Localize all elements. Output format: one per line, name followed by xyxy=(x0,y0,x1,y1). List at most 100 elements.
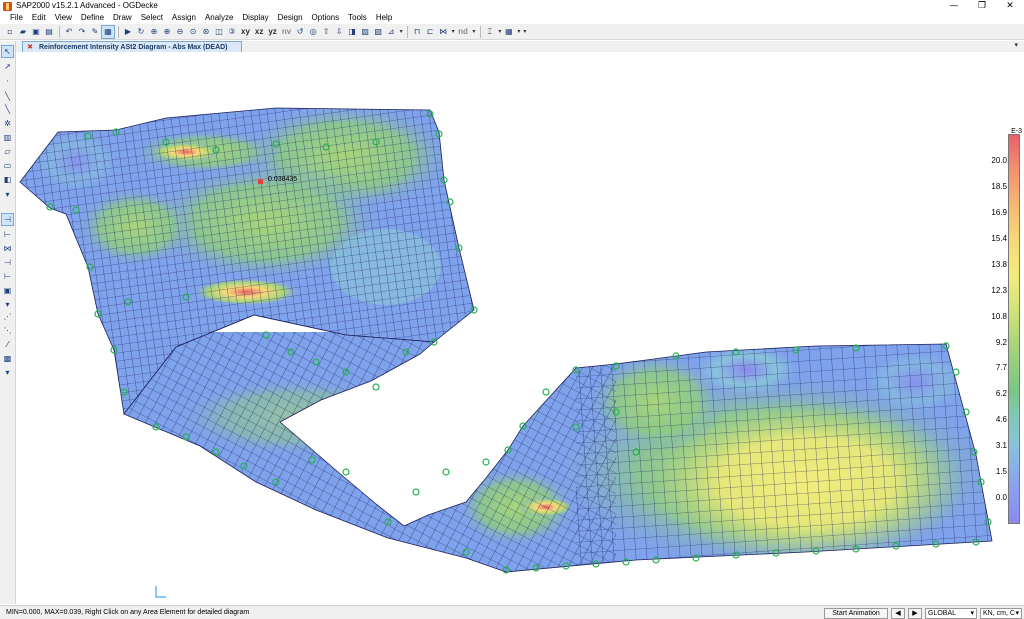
select-window-icon[interactable]: ▣ xyxy=(2,285,13,296)
close-button[interactable]: ✕ xyxy=(996,0,1024,12)
left-toolbar-more-icon-2[interactable]: ▾ xyxy=(2,299,13,310)
zoom-out-icon[interactable]: ⊖ xyxy=(174,26,186,38)
snap-point-icon[interactable]: ⋰ xyxy=(2,311,13,322)
select-all-icon[interactable]: ⊣ xyxy=(1,213,14,226)
window-controls: — ❐ ✕ xyxy=(940,0,1024,12)
model-canvas[interactable]: 0.038435 E-3 xyxy=(16,52,1024,605)
draw-cable-icon[interactable]: ╲ xyxy=(2,104,13,115)
menu-analyze[interactable]: Analyze xyxy=(201,12,238,24)
view-xy-button[interactable]: xy xyxy=(239,26,252,38)
snap-grid-icon[interactable]: ▩ xyxy=(2,353,13,364)
left-toolbar-more-icon[interactable]: ▾ xyxy=(2,189,13,200)
minimize-button[interactable]: — xyxy=(940,0,968,12)
pencil-icon[interactable]: ✎ xyxy=(89,26,101,38)
section-icon[interactable]: ⌶ xyxy=(484,26,496,38)
toolbar-more-icon[interactable]: ▾ xyxy=(522,26,528,38)
perspective-icon[interactable]: ◎ xyxy=(307,26,319,38)
legend-tick: 18.5 xyxy=(991,182,1007,191)
run-analysis-icon[interactable]: ▶ xyxy=(122,26,134,38)
menu-file[interactable]: File xyxy=(6,12,28,24)
units-select[interactable]: KN, cm, C ▾ xyxy=(980,607,1022,619)
set-display-icon[interactable]: ▨ xyxy=(359,26,371,38)
menu-select[interactable]: Select xyxy=(137,12,168,24)
menu-assign[interactable]: Assign xyxy=(168,12,201,24)
new-model-icon[interactable]: ▫ xyxy=(4,26,16,38)
undo-icon[interactable]: ↶ xyxy=(63,26,75,38)
chevron-down-icon: ▾ xyxy=(1015,610,1019,617)
menu-draw[interactable]: Draw xyxy=(109,12,137,24)
left-toolbar-more-icon-3[interactable]: ▾ xyxy=(2,367,13,378)
color-legend-bar xyxy=(1008,134,1020,524)
zoom-in-icon[interactable]: ⊕ xyxy=(161,26,173,38)
menu-define[interactable]: Define xyxy=(77,12,109,24)
save-icon[interactable]: ▣ xyxy=(30,26,42,38)
print-icon[interactable]: ▤ xyxy=(43,26,55,38)
pan-icon[interactable]: ⊙ xyxy=(187,26,199,38)
legend-tick: 4.6 xyxy=(995,415,1007,424)
draw-brace-icon[interactable]: ▥ xyxy=(2,132,13,143)
start-animation-button[interactable]: Start Animation xyxy=(824,607,888,619)
clear-selection-icon[interactable]: ⋈ xyxy=(2,243,13,254)
draw-joint-icon[interactable]: · xyxy=(2,76,13,87)
open-folder-icon[interactable]: ▰ xyxy=(17,26,29,38)
draw-area-icon[interactable]: ▱ xyxy=(2,146,13,157)
rotate-icon[interactable]: ↺ xyxy=(294,26,306,38)
toolbar-separator xyxy=(407,25,409,38)
shell-contour-view[interactable]: 0.038435 xyxy=(16,52,1024,605)
redo-icon[interactable]: ↷ xyxy=(76,26,88,38)
zoom-full-icon[interactable]: ⊛ xyxy=(200,26,212,38)
snap-end-icon[interactable]: ⋱ xyxy=(2,325,13,336)
dropdown-arrow-icon[interactable]: ▾ xyxy=(398,26,404,38)
refresh-icon[interactable]: ↻ xyxy=(135,26,147,38)
select-by-line-icon[interactable]: ⊢ xyxy=(2,271,13,282)
menu-options[interactable]: Options xyxy=(308,12,345,24)
menu-edit[interactable]: Edit xyxy=(28,12,51,24)
menu-help[interactable]: Help xyxy=(372,12,397,24)
intersecting-line-icon[interactable]: ⊣ xyxy=(2,257,13,268)
previous-arrow-icon[interactable]: ◀ xyxy=(891,607,905,619)
3d-view-icon[interactable]: ◫ xyxy=(213,26,225,38)
dropdown-arrow-icon[interactable]: ▾ xyxy=(471,26,477,38)
draw-frame-icon[interactable]: ╲ xyxy=(2,91,13,102)
table-icon[interactable]: ▦ xyxy=(503,26,515,38)
coordinate-system-select[interactable]: GLOBAL ▾ xyxy=(925,607,977,619)
legend-tick: 1.5 xyxy=(995,467,1007,476)
legend-tick: 20.0 xyxy=(991,156,1007,165)
quick-draw-icon[interactable]: ✲ xyxy=(2,118,13,129)
draw-rectangle-icon[interactable]: ▭ xyxy=(2,160,13,171)
lower-slab[interactable] xyxy=(116,332,1006,582)
view-xz-button[interactable]: xz xyxy=(253,26,265,38)
get-previous-selection-icon[interactable]: ⊢ xyxy=(2,229,13,240)
draw-solid-icon[interactable]: ◧ xyxy=(2,174,13,185)
menu-view[interactable]: View xyxy=(51,12,77,24)
left-toolbar: ↖ ↗ · ╲ ╲ ✲ ▥ ▱ ▭ ◧ ▾ ⊣ ⊢ ⋈ ⊣ ⊢ ▣ ▾ ⋰ ⋱ … xyxy=(0,41,16,604)
legend-tick: 16.9 xyxy=(991,208,1007,217)
zoom-window-icon[interactable]: ⊕ xyxy=(148,26,160,38)
legend-tick: 9.2 xyxy=(995,338,1007,347)
view-nv-button[interactable]: nv xyxy=(280,26,293,38)
close-tab-icon[interactable]: ✖ xyxy=(26,43,34,51)
menu-design[interactable]: Design xyxy=(274,12,308,24)
object-shrink-icon[interactable]: ◨ xyxy=(346,26,358,38)
coordinate-system-value: GLOBAL xyxy=(928,609,957,617)
next-arrow-icon[interactable]: ▶ xyxy=(908,607,922,619)
menu-tools[interactable]: Tools xyxy=(344,12,372,24)
tab-list-icon[interactable]: ▾ xyxy=(1014,41,1018,49)
assign-icon[interactable]: ⊿ xyxy=(385,26,397,38)
snap-line-icon[interactable]: ⁄ xyxy=(2,339,13,350)
reshape-icon[interactable]: ↗ xyxy=(2,61,13,72)
view-nd-button[interactable]: nd xyxy=(456,26,470,38)
menu-display[interactable]: Display xyxy=(238,12,273,24)
maximize-button[interactable]: ❐ xyxy=(968,0,996,12)
tab-reinforcement-diagram[interactable]: ✖ Reinforcement Intensity ASt2 Diagram -… xyxy=(22,41,242,52)
move-up-icon[interactable]: ⇧ xyxy=(320,26,332,38)
cable-icon[interactable]: ⋈ xyxy=(437,26,449,38)
set-options-icon[interactable]: ▧ xyxy=(372,26,384,38)
pointer-icon[interactable]: ↖ xyxy=(1,45,14,58)
lock-icon[interactable]: ▦ xyxy=(101,24,115,39)
frame-icon[interactable]: ⊓ xyxy=(411,26,423,38)
3d-label-icon[interactable]: ③ xyxy=(226,26,238,38)
view-yz-button[interactable]: yz xyxy=(266,26,278,38)
move-down-icon[interactable]: ⇩ xyxy=(333,26,345,38)
joint-icon[interactable]: ⊏ xyxy=(424,26,436,38)
